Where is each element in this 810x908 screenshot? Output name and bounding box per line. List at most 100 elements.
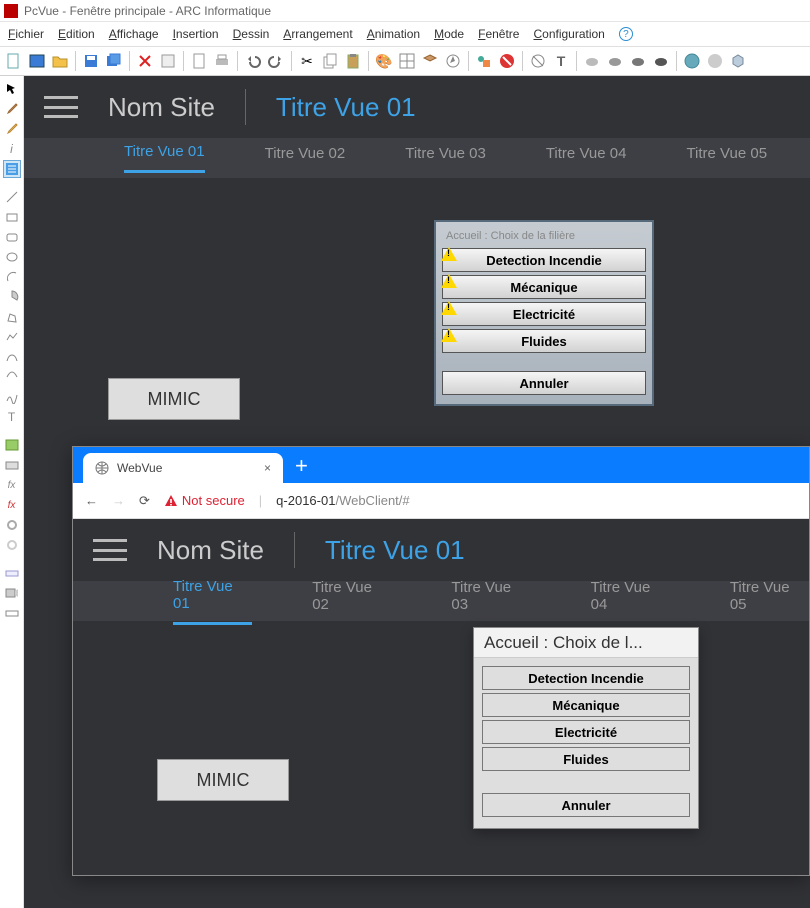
menu-edition[interactable]: Edition [58, 27, 95, 41]
pie-tool-icon[interactable] [3, 288, 21, 306]
web-tab-vue-05[interactable]: Titre Vue 05 [730, 579, 809, 623]
window-icon[interactable] [27, 51, 47, 71]
not-secure-badge[interactable]: Not secure [164, 493, 245, 508]
web-tab-vue-03[interactable]: Titre Vue 03 [451, 579, 530, 623]
web-popup-btn-electricite[interactable]: Electricité [482, 720, 690, 744]
image-tool-icon[interactable] [3, 436, 21, 454]
menu-arrangement[interactable]: Arrangement [283, 27, 352, 41]
back-icon[interactable]: ← [85, 493, 98, 508]
text-tool-icon[interactable]: T [3, 408, 21, 426]
eyedropper2-icon[interactable] [3, 120, 21, 138]
cloud1-icon[interactable] [582, 51, 602, 71]
forward-icon[interactable]: → [112, 493, 125, 508]
new-tab-button[interactable]: + [295, 453, 308, 479]
tab-vue-04[interactable]: Titre Vue 04 [546, 145, 627, 172]
tab-vue-02[interactable]: Titre Vue 02 [265, 145, 346, 172]
spline-tool-icon[interactable] [3, 388, 21, 406]
undo-icon[interactable] [243, 51, 263, 71]
tab-vue-05[interactable]: Titre Vue 05 [686, 145, 767, 172]
popup-btn-electricite[interactable]: Electricité [442, 302, 646, 326]
help-icon[interactable]: ? [619, 27, 633, 41]
gear-tool-icon[interactable] [3, 516, 21, 534]
web-tab-vue-02[interactable]: Titre Vue 02 [312, 579, 391, 623]
web-tab-vue-04[interactable]: Titre Vue 04 [591, 579, 670, 623]
web-popup-btn-detection[interactable]: Detection Incendie [482, 666, 690, 690]
close-icon[interactable]: × [264, 461, 271, 475]
eyedropper1-icon[interactable] [3, 100, 21, 118]
cloud4-icon[interactable] [651, 51, 671, 71]
cloud3-icon[interactable] [628, 51, 648, 71]
menu-affichage[interactable]: Affichage [109, 27, 159, 41]
stop-icon[interactable] [497, 51, 517, 71]
copy-icon[interactable] [320, 51, 340, 71]
text-icon[interactable]: T [551, 51, 571, 71]
web-popup-btn-fluides[interactable]: Fluides [482, 747, 690, 771]
video-tool-icon[interactable] [3, 584, 21, 602]
web-popup-title: Accueil : Choix de l... [474, 628, 698, 658]
palette-icon[interactable]: 🎨 [374, 51, 394, 71]
rect-tool-icon[interactable] [3, 208, 21, 226]
tab-vue-01[interactable]: Titre Vue 01 [124, 143, 205, 173]
hamburger-icon[interactable] [44, 96, 78, 118]
save-all-icon[interactable] [104, 51, 124, 71]
menu-mode[interactable]: Mode [434, 27, 464, 41]
polygon-tool-icon[interactable] [3, 308, 21, 326]
cloud2-icon[interactable] [605, 51, 625, 71]
menu-fenetre[interactable]: Fenêtre [478, 27, 519, 41]
sphere-icon[interactable] [705, 51, 725, 71]
shapes-icon[interactable] [474, 51, 494, 71]
grid-icon[interactable] [397, 51, 417, 71]
ellipse-tool-icon[interactable] [3, 248, 21, 266]
menu-configuration[interactable]: Configuration [533, 27, 604, 41]
button-tool-icon[interactable] [3, 456, 21, 474]
new-file-icon[interactable] [4, 51, 24, 71]
popup-btn-annuler[interactable]: Annuler [442, 371, 646, 395]
print-icon[interactable] [212, 51, 232, 71]
folder-open-icon[interactable] [50, 51, 70, 71]
reload-icon[interactable]: ⟳ [139, 493, 150, 509]
gear2-tool-icon[interactable] [3, 536, 21, 554]
warning-icon [441, 301, 457, 315]
label-tool-icon[interactable] [3, 604, 21, 622]
clear-icon[interactable] [158, 51, 178, 71]
list-tool-icon[interactable] [3, 160, 21, 178]
menu-animation[interactable]: Animation [367, 27, 420, 41]
web-tab-vue-01[interactable]: Titre Vue 01 [173, 578, 252, 625]
redo-icon[interactable] [266, 51, 286, 71]
web-popup-btn-mecanique[interactable]: Mécanique [482, 693, 690, 717]
globe-crossed-icon[interactable] [528, 51, 548, 71]
cube-icon[interactable] [728, 51, 748, 71]
polyline-tool-icon[interactable] [3, 328, 21, 346]
menu-fichier[interactable]: Fichier [8, 27, 44, 41]
menu-insertion[interactable]: Insertion [173, 27, 219, 41]
page-icon[interactable] [189, 51, 209, 71]
menu-dessin[interactable]: Dessin [233, 27, 270, 41]
info-icon[interactable]: i [3, 140, 21, 158]
paste-icon[interactable] [343, 51, 363, 71]
popup-btn-fluides[interactable]: Fluides [442, 329, 646, 353]
mimic-box[interactable]: MIMIC [108, 378, 240, 420]
hamburger-icon[interactable] [93, 539, 127, 561]
arc-tool-icon[interactable] [3, 268, 21, 286]
tab-vue-03[interactable]: Titre Vue 03 [405, 145, 486, 172]
ruler-tool-icon[interactable] [3, 564, 21, 582]
pointer-tool-icon[interactable] [3, 80, 21, 98]
fxred-tool-icon[interactable]: fx [3, 496, 21, 514]
roundrect-tool-icon[interactable] [3, 228, 21, 246]
web-popup-btn-annuler[interactable]: Annuler [482, 793, 690, 817]
fx-tool-icon[interactable]: fx [3, 476, 21, 494]
delete-icon[interactable] [135, 51, 155, 71]
save-icon[interactable] [81, 51, 101, 71]
curve-tool-icon[interactable] [3, 368, 21, 386]
url-text[interactable]: q-2016-01/WebClient/# [276, 493, 409, 508]
line-tool-icon[interactable] [3, 188, 21, 206]
popup-btn-mecanique[interactable]: Mécanique [442, 275, 646, 299]
bezier-tool-icon[interactable] [3, 348, 21, 366]
globe-icon[interactable] [682, 51, 702, 71]
layers-icon[interactable] [420, 51, 440, 71]
popup-btn-detection[interactable]: Detection Incendie [442, 248, 646, 272]
web-mimic-box[interactable]: MIMIC [157, 759, 289, 801]
compass-icon[interactable] [443, 51, 463, 71]
cut-icon[interactable]: ✂ [297, 51, 317, 71]
browser-tab-webvue[interactable]: WebVue × [83, 453, 283, 483]
